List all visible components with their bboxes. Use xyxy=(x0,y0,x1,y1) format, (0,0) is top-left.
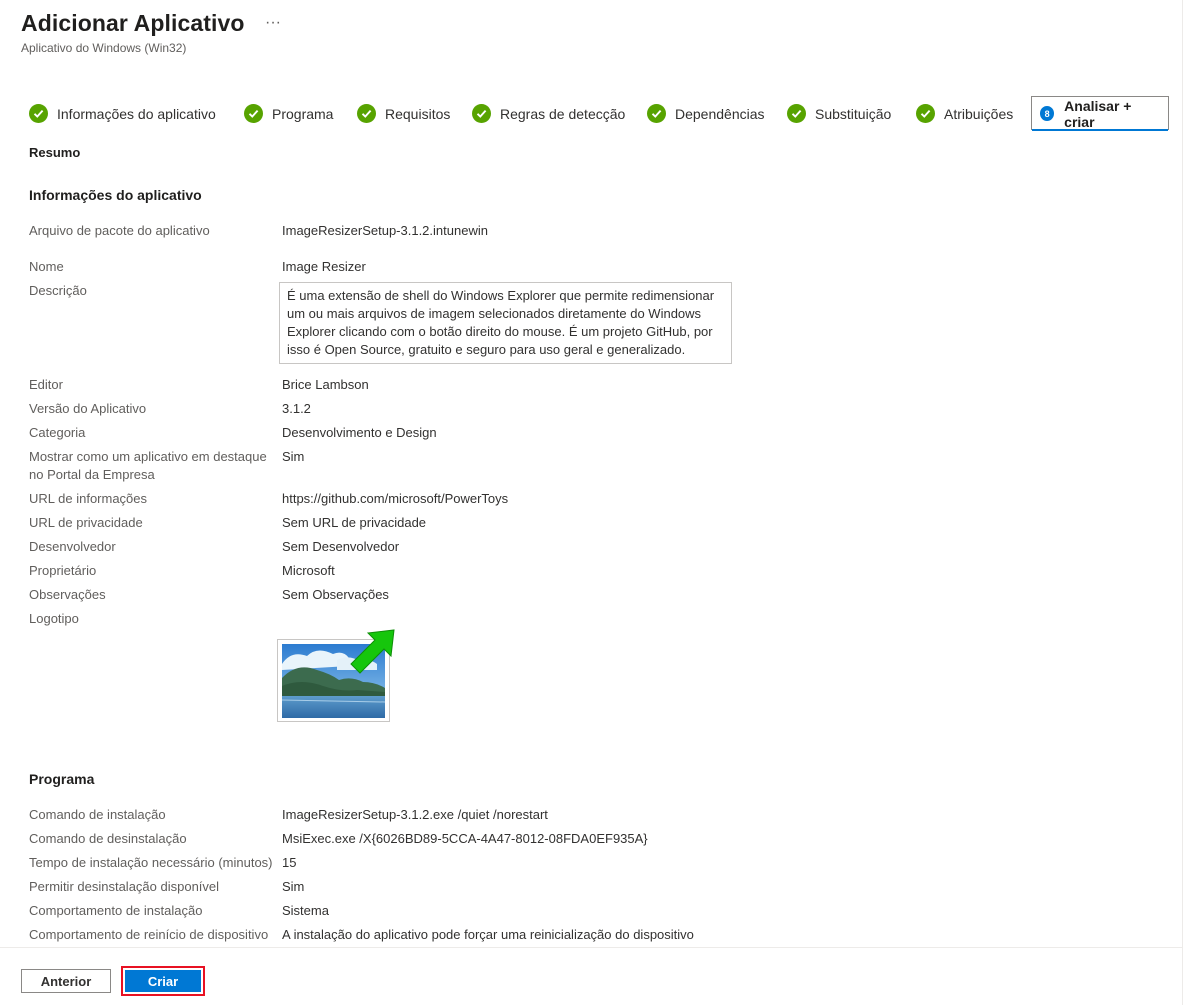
detail-value: Brice Lambson xyxy=(282,377,369,392)
detail-value: Image Resizer xyxy=(282,259,366,274)
detail-key: URL de privacidade xyxy=(29,515,143,530)
detail-value: ImageResizerSetup-3.1.2.exe /quiet /nore… xyxy=(282,807,548,822)
footer-bar: Anterior Criar xyxy=(0,947,1183,1006)
detail-value: Microsoft xyxy=(282,563,335,578)
step-number-badge: 8 xyxy=(1040,106,1055,121)
step-review-create[interactable]: 8 Analisar + criar xyxy=(1031,96,1169,131)
summary-heading: Resumo xyxy=(29,145,81,160)
checkmark-icon xyxy=(647,104,666,123)
detail-key: Mostrar como um aplicativo em destaque n… xyxy=(29,449,267,482)
create-button[interactable]: Criar xyxy=(125,970,201,992)
step-dependencies[interactable]: Dependências xyxy=(647,96,765,131)
checkmark-icon xyxy=(472,104,491,123)
detail-key: Observações xyxy=(29,587,106,602)
detail-value: Sistema xyxy=(282,903,329,918)
app-info-section-title: Informações do aplicativo xyxy=(29,187,202,203)
previous-button[interactable]: Anterior xyxy=(21,969,111,993)
create-button-highlight: Criar xyxy=(121,966,205,996)
detail-key: Versão do Aplicativo xyxy=(29,401,147,416)
detail-value: 15 xyxy=(282,855,297,870)
detail-value: 3.1.2 xyxy=(282,401,311,416)
step-label: Dependências xyxy=(675,105,765,122)
checkmark-icon xyxy=(787,104,806,123)
detail-value: MsiExec.exe /X{6026BD89-5CCA-4A47-8012-0… xyxy=(282,831,648,846)
detail-key: URL de informações xyxy=(29,491,148,506)
step-label: Analisar + criar xyxy=(1064,97,1132,130)
detail-key: Comportamento de reinício de dispositivo xyxy=(29,927,269,942)
detail-key: Desenvolvedor xyxy=(29,539,116,554)
step-label: Atribuições xyxy=(944,105,1014,122)
detail-key: Arquivo de pacote do aplicativo xyxy=(29,223,210,238)
app-logo xyxy=(277,620,407,723)
step-label: Programa xyxy=(272,105,334,122)
detail-key: Comando de instalação xyxy=(29,807,166,822)
detail-value: Desenvolvimento e Design xyxy=(282,425,437,440)
detail-value: Sem URL de privacidade xyxy=(282,515,427,530)
step-label: Regras de detecção xyxy=(500,105,626,122)
detail-key: Editor xyxy=(29,377,63,392)
step-detection-rules[interactable]: Regras de detecção xyxy=(472,96,625,131)
detail-key: Descrição xyxy=(29,283,87,298)
step-program[interactable]: Programa xyxy=(244,96,333,131)
detail-key: Categoria xyxy=(29,425,86,440)
checkmark-icon xyxy=(916,104,935,123)
page-title: Adicionar Aplicativo xyxy=(21,10,245,36)
detail-key: Tempo de instalação necessário (minutos) xyxy=(29,855,273,870)
program-section-title: Programa xyxy=(29,771,95,787)
step-app-info[interactable]: Informações do aplicativo xyxy=(29,96,216,131)
step-assignments[interactable]: Atribuições xyxy=(916,96,1013,131)
detail-value: Sim xyxy=(282,879,305,894)
page-subtitle: Aplicativo do Windows (Win32) xyxy=(21,41,187,55)
detail-key: Proprietário xyxy=(29,563,97,578)
page-header: Adicionar Aplicativo Aplicativo do Windo… xyxy=(21,10,245,55)
step-label: Substituição xyxy=(815,105,892,122)
step-label: Requisitos xyxy=(385,105,451,122)
detail-key: Logotipo xyxy=(29,611,79,626)
detail-value: Sem Desenvolvedor xyxy=(282,539,400,554)
checkmark-icon xyxy=(29,104,48,123)
step-supersedence[interactable]: Substituição xyxy=(787,96,891,131)
detail-value: https://github.com/microsoft/PowerToys xyxy=(282,491,509,506)
detail-value: Sem Observações xyxy=(282,587,389,602)
detail-key: Comportamento de instalação xyxy=(29,903,203,918)
more-options-icon[interactable]: ··· xyxy=(265,14,281,32)
detail-value: Sim xyxy=(282,449,305,464)
checkmark-icon xyxy=(244,104,263,123)
detail-key: Nome xyxy=(29,259,64,274)
summary-content: Resumo Informações do aplicativo Arquivo… xyxy=(0,140,1183,946)
description-textbox: É uma extensão de shell do Windows Explo… xyxy=(279,282,732,364)
step-label: Informações do aplicativo xyxy=(57,105,216,122)
detail-value: A instalação do aplicativo pode forçar u… xyxy=(282,927,694,942)
detail-key: Permitir desinstalação disponível xyxy=(29,879,220,894)
checkmark-icon xyxy=(357,104,376,123)
step-requirements[interactable]: Requisitos xyxy=(357,96,450,131)
detail-value: ImageResizerSetup-3.1.2.intunewin xyxy=(282,223,488,238)
wizard-steps: Informações do aplicativo Programa Requi… xyxy=(29,96,1183,132)
detail-key: Comando de desinstalação xyxy=(29,831,187,846)
